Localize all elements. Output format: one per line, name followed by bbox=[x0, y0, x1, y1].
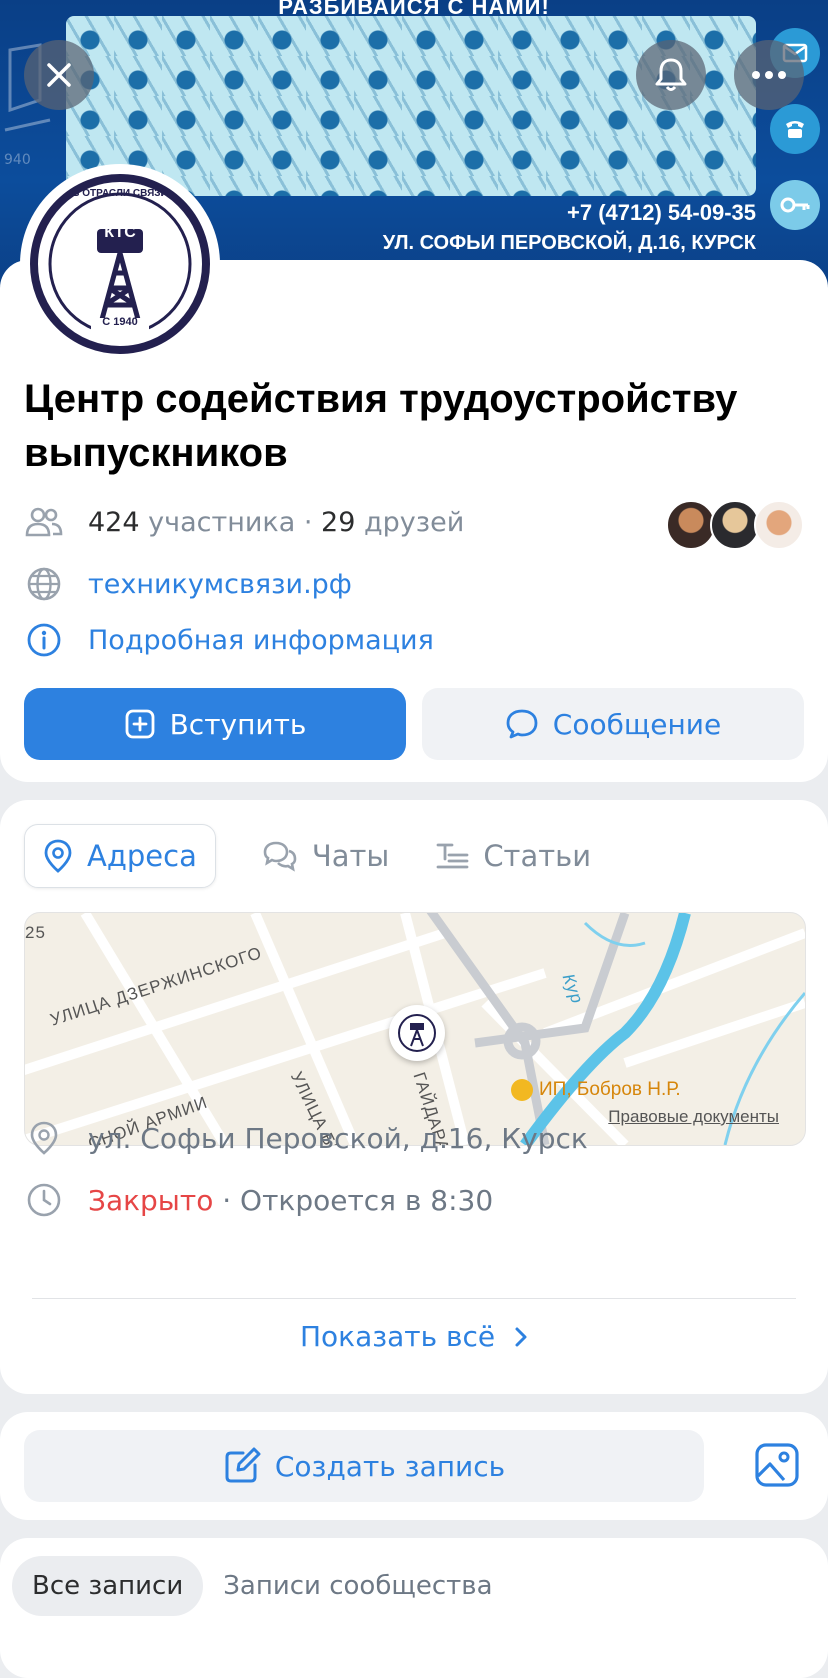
address-row[interactable]: ул. Софьи Перовской, д.16, Курск bbox=[24, 1118, 588, 1158]
tab-chats-label: Чаты bbox=[311, 839, 390, 873]
tab-chats[interactable]: Чаты bbox=[262, 825, 389, 887]
address-text: ул. Софьи Перовской, д.16, Курск bbox=[88, 1121, 588, 1155]
add-photo-button[interactable] bbox=[754, 1442, 800, 1492]
message-button[interactable]: Сообщение bbox=[422, 688, 804, 760]
friends-count: 29 bbox=[321, 506, 356, 538]
notifications-button[interactable] bbox=[636, 40, 706, 110]
clock-icon bbox=[24, 1180, 64, 1220]
tab-addresses-label: Адреса bbox=[87, 839, 197, 873]
tab-all-posts[interactable]: Все записи bbox=[12, 1556, 204, 1616]
members-label: участника bbox=[148, 506, 296, 538]
key-icon bbox=[770, 180, 820, 230]
tab-articles[interactable]: Статьи bbox=[435, 825, 591, 887]
close-icon bbox=[47, 63, 71, 87]
wall-filter-card: Все записи Записи сообщества bbox=[0, 1538, 828, 1678]
map-marker[interactable] bbox=[389, 1005, 445, 1061]
edit-icon bbox=[223, 1447, 261, 1485]
plus-square-icon bbox=[124, 708, 156, 740]
location-pin-icon bbox=[43, 838, 73, 874]
chevron-right-icon bbox=[515, 1327, 527, 1347]
hours-row[interactable]: Закрыто · Откроется в 8:30 bbox=[24, 1180, 493, 1220]
poi-label: ИП, Бобров Н.Р. bbox=[539, 1079, 681, 1100]
create-post-card: Создать запись bbox=[0, 1412, 828, 1520]
members-row[interactable]: 424 участника · 29 друзей bbox=[24, 502, 464, 542]
map-legal-link[interactable]: Правовые документы bbox=[608, 1107, 779, 1127]
avatar bbox=[666, 500, 716, 550]
map-poi[interactable]: ИП, Бобров Н.Р. bbox=[511, 1079, 681, 1101]
group-avatar[interactable]: В ОТРАСЛИ СВЯЗИ КТС С 1940 bbox=[22, 166, 218, 362]
create-post-button[interactable]: Создать запись bbox=[24, 1430, 704, 1502]
articles-icon bbox=[435, 841, 469, 871]
wall-tabs: Все записи Записи сообщества bbox=[12, 1556, 513, 1616]
cover-pattern bbox=[66, 16, 756, 196]
poi-icon bbox=[511, 1079, 533, 1101]
bell-icon bbox=[655, 58, 687, 91]
divider bbox=[32, 1298, 796, 1299]
join-label: Вступить bbox=[169, 707, 307, 741]
users-icon bbox=[24, 502, 64, 542]
chats-icon bbox=[262, 840, 298, 872]
map-house-number: 25 bbox=[25, 923, 46, 942]
message-label: Сообщение bbox=[552, 707, 722, 741]
cover-deco-year: 940 bbox=[4, 152, 31, 168]
tab-community-posts[interactable]: Записи сообщества bbox=[203, 1556, 512, 1616]
image-icon bbox=[755, 1443, 799, 1487]
show-all-button[interactable]: Показать всё bbox=[0, 1320, 828, 1353]
join-button[interactable]: Вступить bbox=[24, 688, 406, 760]
info-icon bbox=[24, 620, 64, 660]
show-all-label: Показать всё bbox=[299, 1320, 496, 1353]
details-row[interactable]: Подробная информация bbox=[24, 620, 434, 660]
more-icon bbox=[752, 71, 786, 79]
logo-ring-text: В ОТРАСЛИ СВЯЗИ bbox=[72, 188, 168, 199]
tab-addresses[interactable]: Адреса bbox=[24, 824, 216, 888]
more-button[interactable] bbox=[734, 40, 804, 110]
create-post-label: Создать запись bbox=[274, 1449, 506, 1483]
map[interactable]: 25 УЛИЦА ДЗЕРЖИНСКОГО УЛИЦА БЕЛИНСКОГО Г… bbox=[24, 912, 806, 1146]
avatar bbox=[710, 500, 760, 550]
section-tabs: Адреса Чаты Статьи bbox=[24, 824, 637, 888]
globe-icon bbox=[24, 564, 64, 604]
message-icon bbox=[505, 708, 539, 740]
logo-year: С 1940 bbox=[102, 316, 138, 328]
page-title: Центр содействия трудоустройству выпускн… bbox=[24, 377, 738, 475]
details-link[interactable]: Подробная информация bbox=[88, 625, 434, 656]
close-button[interactable] bbox=[24, 40, 94, 110]
members-count: 424 bbox=[88, 506, 140, 538]
members-separator: · bbox=[303, 506, 313, 538]
avatar bbox=[754, 500, 804, 550]
phone-icon bbox=[770, 104, 820, 154]
logo-abbr: КТС bbox=[104, 224, 136, 241]
cover-address: УЛ. СОФЬИ ПЕРОВСКОЙ, Д.16, КУРСК bbox=[382, 232, 756, 254]
website-row[interactable]: техникумсвязи.рф bbox=[24, 564, 352, 604]
cover-phone: +7 (4712) 54-09-35 bbox=[567, 200, 756, 225]
logo-icon bbox=[398, 1014, 436, 1052]
addresses-card: Адреса Чаты Статьи 25 УЛИЦА ДЗЕРЖИНСКОГО… bbox=[0, 800, 828, 1394]
status-badge: Закрыто bbox=[88, 1183, 214, 1217]
location-pin-icon bbox=[24, 1118, 64, 1158]
friends-label: друзей bbox=[363, 506, 465, 538]
website-link[interactable]: техникумсвязи.рф bbox=[88, 569, 352, 600]
friends-avatars[interactable] bbox=[666, 500, 804, 550]
opening-time: · Откроется в 8:30 bbox=[222, 1183, 494, 1217]
tab-articles-label: Статьи bbox=[483, 839, 592, 873]
